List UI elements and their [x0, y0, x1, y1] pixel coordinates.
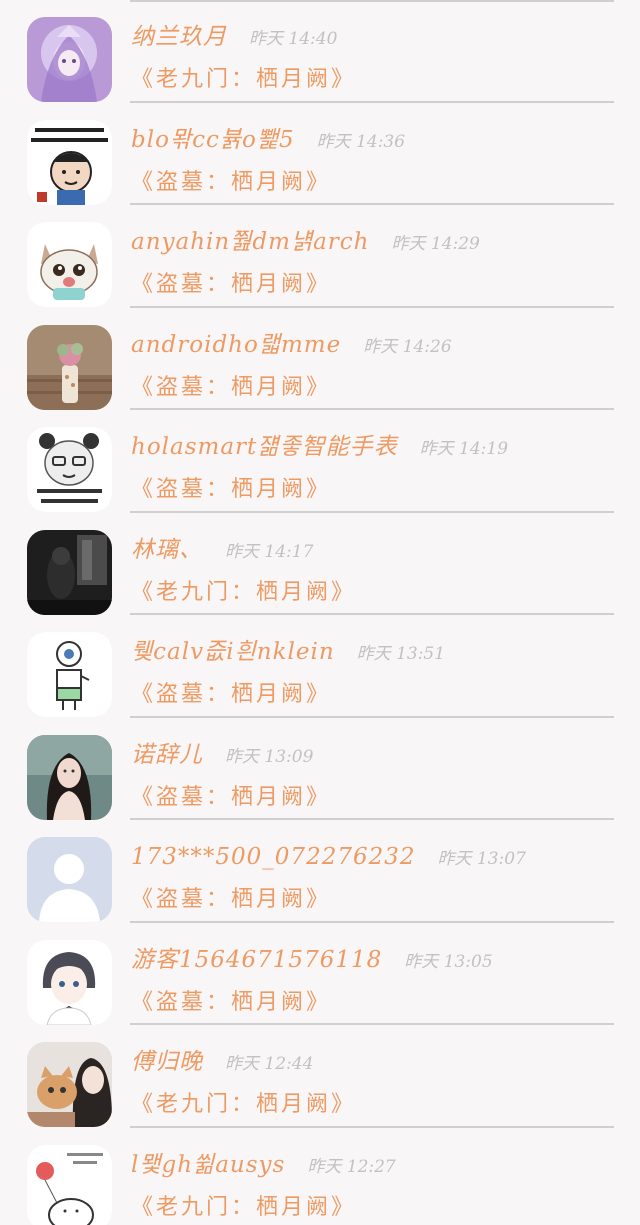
- timestamp: 昨天 14:17: [225, 541, 314, 562]
- comment-text: 《老九门：栖月阙》: [131, 67, 357, 92]
- panda-meme-avatar-image: [27, 427, 112, 512]
- list-item[interactable]: 173***500_072276232 昨天 13:07 《盗墓：栖月阙》: [0, 820, 640, 923]
- timestamp: 昨天 14:40: [249, 29, 338, 49]
- list-item[interactable]: 뤶calv즚i흰nklein 昨天 13:51 《盗墓：栖月阙》: [0, 615, 640, 718]
- timestamp: 昨天 14:19: [419, 439, 509, 459]
- timestamp: 昨天 14:26: [363, 336, 452, 357]
- comment-text: 《盗墓：栖月阙》: [131, 169, 332, 195]
- avatar[interactable]: [27, 324, 112, 410]
- timestamp: 昨天 13:07: [437, 849, 526, 869]
- comment-header: l뫷gh쓂ausys 昨天 12:27: [131, 1148, 610, 1184]
- comment-header: 林璃、 昨天 14:17: [131, 533, 610, 569]
- list-item[interactable]: 游客1564671576118 昨天 13:05 《盗墓：栖月阙》: [0, 923, 640, 1025]
- list-item[interactable]: holasmart쟮좋智能手表 昨天 14:19 《盗墓：栖月阙》: [0, 410, 640, 513]
- avatar[interactable]: [27, 119, 112, 205]
- username[interactable]: 傅归晚: [131, 1049, 203, 1075]
- timestamp: 昨天 14:29: [391, 234, 480, 254]
- avatar[interactable]: [27, 734, 112, 820]
- username[interactable]: blo뫆cc뷹o뾅5: [131, 127, 295, 153]
- comment-text: 《盗墓：栖月阙》: [131, 682, 332, 707]
- cat-selfie-avatar-image: [27, 1042, 112, 1127]
- username[interactable]: 林璃、: [131, 537, 203, 563]
- comment-text: 《盗墓：栖月阙》: [131, 989, 332, 1015]
- comment-text: 《盗墓：栖月阙》: [131, 887, 332, 912]
- comment-text: 《盗墓：栖月阙》: [131, 477, 332, 502]
- avatar[interactable]: [27, 1042, 112, 1127]
- list-item[interactable]: androidho랣mme 昨天 14:26 《盗墓：栖月阙》: [0, 308, 640, 410]
- comment-header: 뤶calv즚i흰nklein 昨天 13:51: [131, 635, 610, 671]
- meme-avatar-image: [27, 119, 112, 205]
- avatar[interactable]: [27, 222, 112, 307]
- dark-photo-avatar-image: [27, 529, 112, 615]
- avatar[interactable]: [27, 1144, 112, 1225]
- avatar[interactable]: [27, 529, 112, 615]
- timestamp: 昨天 14:36: [316, 131, 406, 152]
- portrait-avatar-image: [27, 734, 112, 820]
- comment-header: anyahin쭲dm냵arch 昨天 14:29: [131, 225, 610, 261]
- comment-text: 《老九门：栖月阙》: [131, 1194, 357, 1220]
- comment-text: 《盗墓：栖月阙》: [131, 272, 332, 297]
- username[interactable]: 游客1564671576118: [131, 947, 382, 973]
- anime-girl-avatar-image: [27, 17, 112, 102]
- timestamp: 昨天 13:51: [356, 644, 446, 664]
- username[interactable]: 诺辞儿: [131, 742, 203, 768]
- list-item[interactable]: 纳兰玖月 昨天 14:40 《老九门：栖月阙》: [0, 0, 640, 103]
- anime-boy-avatar-image: [27, 939, 112, 1025]
- username[interactable]: androidho랣mme: [131, 332, 341, 358]
- timestamp: 昨天 12:27: [307, 1156, 396, 1177]
- list-item[interactable]: anyahin쭲dm냵arch 昨天 14:29 《盗墓：栖月阙》: [0, 205, 640, 308]
- username[interactable]: 뤶calv즚i흰nklein: [131, 639, 335, 665]
- avatar[interactable]: [27, 632, 112, 717]
- list-item[interactable]: 诺辞儿 昨天 13:09 《盗墓：栖月阙》: [0, 718, 640, 820]
- balloon-doodle-avatar-image: [27, 1144, 112, 1225]
- comment-header: 游客1564671576118 昨天 13:05: [131, 943, 610, 979]
- username[interactable]: 纳兰玖月: [131, 24, 227, 50]
- comment-header: 诺辞儿 昨天 13:09: [131, 738, 610, 774]
- timestamp: 昨天 12:44: [225, 1054, 314, 1074]
- comment-header: androidho랣mme 昨天 14:26: [131, 328, 610, 364]
- comment-text: 《盗墓：栖月阙》: [131, 374, 332, 400]
- comment-header: 173***500_072276232 昨天 13:07: [131, 840, 610, 876]
- avatar[interactable]: [27, 939, 112, 1025]
- timestamp: 昨天 13:05: [404, 951, 493, 972]
- username[interactable]: holasmart쟮좋智能手表: [131, 434, 398, 460]
- timestamp: 昨天 13:09: [225, 746, 314, 767]
- comment-text: 《老九门：栖月阙》: [131, 1092, 357, 1117]
- comment-header: blo뫆cc뷹o뾅5 昨天 14:36: [131, 123, 610, 159]
- username[interactable]: l뫷gh쓂ausys: [131, 1152, 285, 1178]
- cartoon-figure-avatar-image: [27, 632, 112, 717]
- list-item[interactable]: l뫷gh쓂ausys 昨天 12:27 《老九门：栖月阙》: [0, 1128, 640, 1225]
- avatar[interactable]: [27, 427, 112, 512]
- default-user-avatar-image: [27, 837, 112, 922]
- comment-text: 《老九门：栖月阙》: [131, 579, 357, 605]
- username[interactable]: 173***500_072276232: [131, 844, 416, 870]
- list-item[interactable]: 林璃、 昨天 14:17 《老九门：栖月阙》: [0, 513, 640, 615]
- cat-avatar-image: [27, 222, 112, 307]
- comment-list: 纳兰玖月 昨天 14:40 《老九门：栖月阙》 blo뫆cc뷹o뾅5 昨天 14:3…: [0, 0, 640, 1225]
- list-item[interactable]: 傅归晚 昨天 12:44 《老九门：栖月阙》: [0, 1025, 640, 1128]
- username[interactable]: anyahin쭲dm냵arch: [131, 229, 369, 255]
- comment-text: 《盗墓：栖月阙》: [131, 784, 332, 810]
- plant-avatar-image: [27, 324, 112, 410]
- comment-header: 纳兰玖月 昨天 14:40: [131, 20, 610, 56]
- avatar[interactable]: [27, 837, 112, 922]
- comment-header: holasmart쟮좋智能手表 昨天 14:19: [131, 430, 610, 466]
- list-item[interactable]: blo뫆cc뷹o뾅5 昨天 14:36 《盗墓：栖月阙》: [0, 103, 640, 205]
- comment-header: 傅归晚 昨天 12:44: [131, 1045, 610, 1081]
- avatar[interactable]: [27, 17, 112, 102]
